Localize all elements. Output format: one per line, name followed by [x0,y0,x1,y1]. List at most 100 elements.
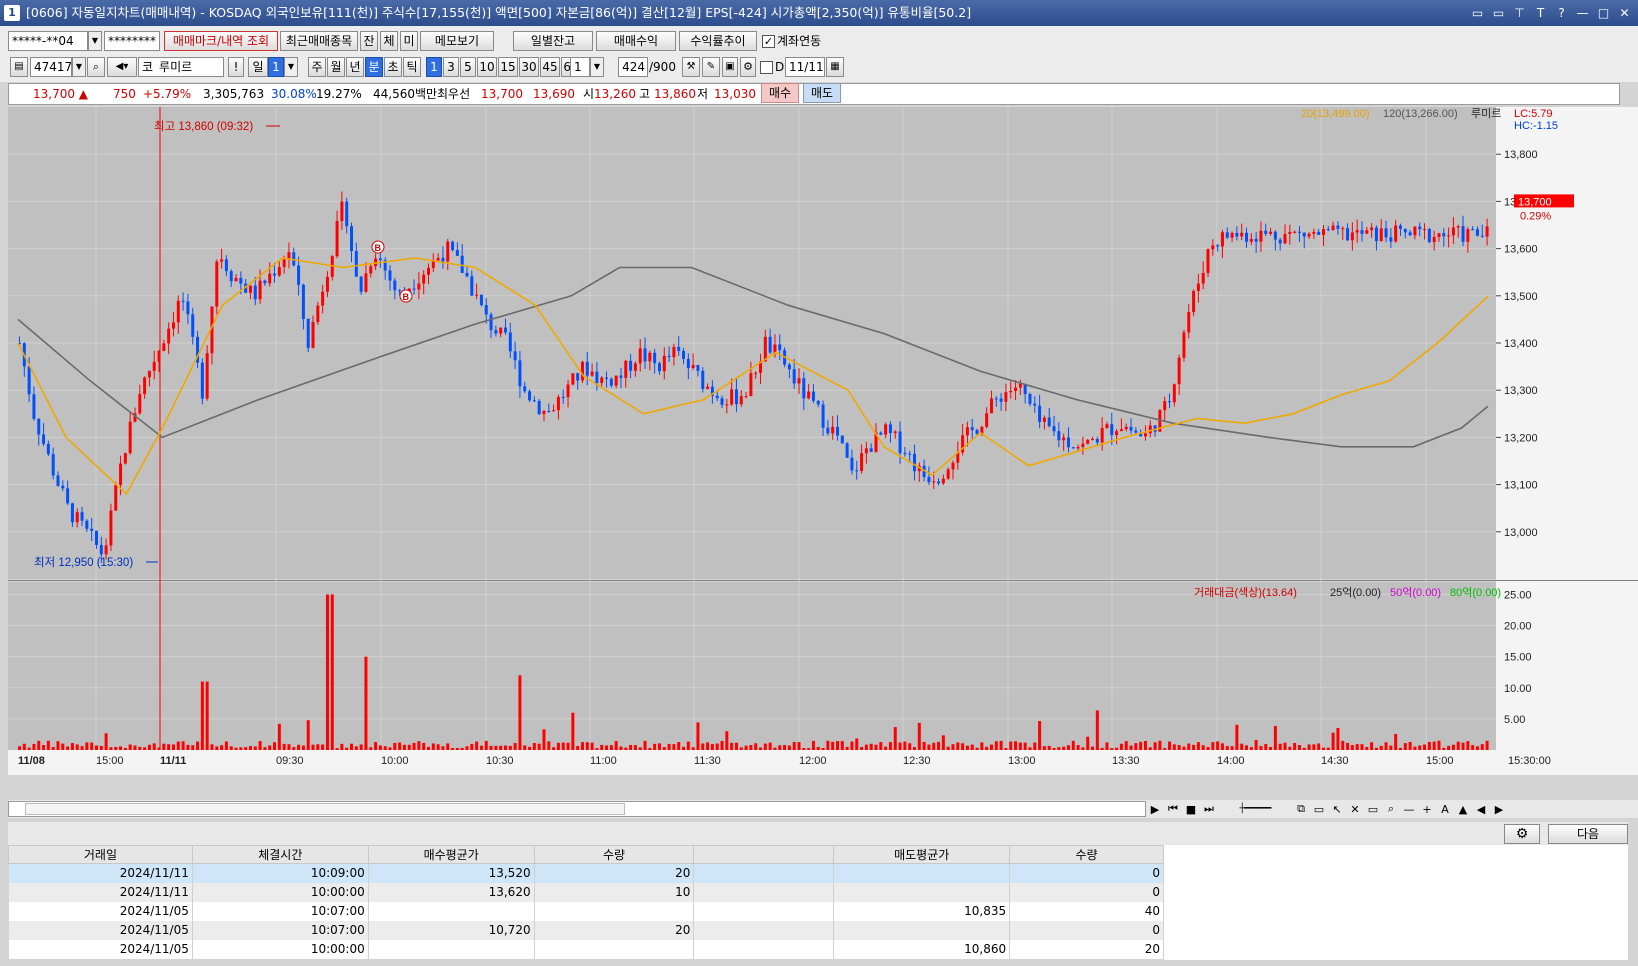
balance-button[interactable]: 잔 [360,31,378,51]
table-row[interactable]: 2024/11/05 10:07:00 10,835 40 [8,901,1164,921]
minus-icon[interactable]: — [1402,803,1416,816]
period-button[interactable]: 분 [365,57,383,77]
interval-button[interactable]: 15 [498,57,518,77]
forward-icon[interactable]: ⏭ [1202,802,1216,816]
up-icon[interactable]: ▲ [1456,803,1470,816]
day-count-select[interactable]: 1 [268,57,284,77]
table-row[interactable]: 2024/11/05 10:07:00 10,720 20 0 [8,920,1164,940]
account-dropdown[interactable]: ▼ [88,31,102,51]
volume-bar [619,746,623,750]
pin-icon[interactable]: ⊤ [1512,6,1527,21]
scroll-left-icon[interactable]: ◀ [1474,803,1488,816]
volume-bar [749,745,753,750]
stock-code-dropdown[interactable]: ▼ [72,57,86,77]
interval-dropdown[interactable]: ▼ [590,57,604,77]
profit-trend-button[interactable]: 수익률추이 [679,31,757,51]
volume-bar [811,740,815,750]
best-ask: 13,700 [481,87,523,101]
settings-icon[interactable]: ⚙ [740,57,756,77]
volume-bar [1172,744,1176,750]
cross-icon[interactable]: ✕ [1348,803,1362,816]
calendar-icon[interactable]: ▦ [826,57,844,77]
text-icon[interactable]: T [1533,6,1548,21]
account-field[interactable]: *****-**04 [8,31,88,51]
memo-button[interactable]: 메모보기 [420,31,494,51]
date-field[interactable]: 11/11 [785,57,825,77]
chart-scrollbar[interactable] [8,801,1146,817]
table-row[interactable]: 2024/11/05 10:00:00 10,860 20 [8,939,1164,959]
daily-balance-button[interactable]: 일별잔고 [513,31,593,51]
volume-bar [922,741,926,750]
next-button[interactable]: 다음 [1548,824,1628,844]
trade-profit-button[interactable]: 매매수익 [596,31,676,51]
window-link-icon[interactable]: ▭ [1491,6,1506,21]
period-button[interactable]: 년 [346,57,364,77]
volume-bar [22,743,26,750]
alert-button[interactable]: ! [228,57,244,77]
stock-name-field[interactable]: 코 루미르 [138,57,224,77]
play-icon[interactable]: ▶ [1148,803,1162,816]
zoom-slider[interactable]: ┼━━━━━━ [1220,804,1290,814]
stock-code-field[interactable]: 474170 [30,57,72,77]
interval-button[interactable]: 10 [477,57,497,77]
volume-bar [715,743,719,750]
tools-icon[interactable]: ⚒ [682,57,700,77]
text-icon[interactable]: A [1438,803,1452,816]
volume-bar [792,742,796,750]
period-button[interactable]: 월 [327,57,345,77]
help-icon[interactable]: ? [1554,6,1569,21]
table-cell: 10:09:00 [192,863,369,883]
layout-icon[interactable]: ▤ [10,57,28,77]
volume-bar [181,741,185,750]
table-row[interactable]: 2024/11/11 10:09:00 13,520 20 0 [8,863,1164,883]
rewind-icon[interactable]: ⏮ [1166,802,1180,816]
layout-icon[interactable]: ▭ [1312,803,1326,816]
period-button[interactable]: 틱 [403,57,421,77]
plus-icon[interactable]: + [1420,803,1434,816]
stop-icon[interactable]: ■ [1184,803,1198,816]
save-icon[interactable]: ▣ [722,57,738,77]
draw-icon[interactable]: ✎ [702,57,720,77]
interval-button[interactable]: 5 [460,57,476,77]
scroll-thumb[interactable] [25,803,625,815]
chart-canvas[interactable]: 13,800 13,700 13,600 13,500 13,400 13,300 13,2… [8,107,1638,800]
period-button[interactable]: 주 [308,57,326,77]
gear-icon[interactable]: ⚙ [1504,824,1540,844]
account-link-checkbox[interactable]: ✓ [762,35,775,48]
maximize-icon[interactable]: □ [1596,6,1611,21]
interval-button[interactable]: 1 [426,57,442,77]
price-chart[interactable]: 13,800 13,700 13,600 13,500 13,400 13,300 13,2… [8,107,1638,807]
copy-icon[interactable]: ⧉ [1294,802,1308,816]
recent-trade-button[interactable]: 최근매매종목 [280,31,358,51]
sound-icon[interactable]: ◀▾ [107,57,137,77]
candle-body [1119,429,1123,432]
line-icon[interactable]: ↖ [1330,803,1344,816]
table-cell: 10:00:00 [192,882,369,902]
period-button[interactable]: 초 [384,57,402,77]
buy-button[interactable]: 매수 [761,83,799,103]
zoom-icon[interactable]: ⌕ [1384,802,1398,816]
scroll-right-icon[interactable]: ▶ [1492,803,1506,816]
interval-button[interactable]: 3 [443,57,459,77]
day-count-dropdown[interactable]: ▼ [284,57,298,77]
search-icon[interactable]: ⌕ [87,57,105,77]
count-field[interactable]: 424 [618,57,648,77]
candle-body [494,330,498,334]
close-icon[interactable]: ✕ [1617,6,1632,21]
trade-mark-button[interactable]: 매매마크/내역 조회 [164,31,278,51]
candle-body [273,273,277,276]
fill-button[interactable]: 체 [380,31,398,51]
table-row[interactable]: 2024/11/11 10:00:00 13,620 10 0 [8,882,1164,902]
interval-field[interactable]: 1 [570,57,590,77]
date-checkbox[interactable] [760,61,773,74]
password-field[interactable]: ******** [104,31,160,51]
volume-bar [638,747,642,750]
minimize-icon[interactable]: — [1575,6,1590,21]
rect-icon[interactable]: ▭ [1366,803,1380,816]
unfilled-button[interactable]: 미 [400,31,418,51]
window-copy-icon[interactable]: ▭ [1470,6,1485,21]
sell-button[interactable]: 매도 [803,83,841,103]
interval-button[interactable]: 30 [519,57,539,77]
day-button[interactable]: 일 [248,57,268,77]
interval-button[interactable]: 45 [540,57,560,77]
